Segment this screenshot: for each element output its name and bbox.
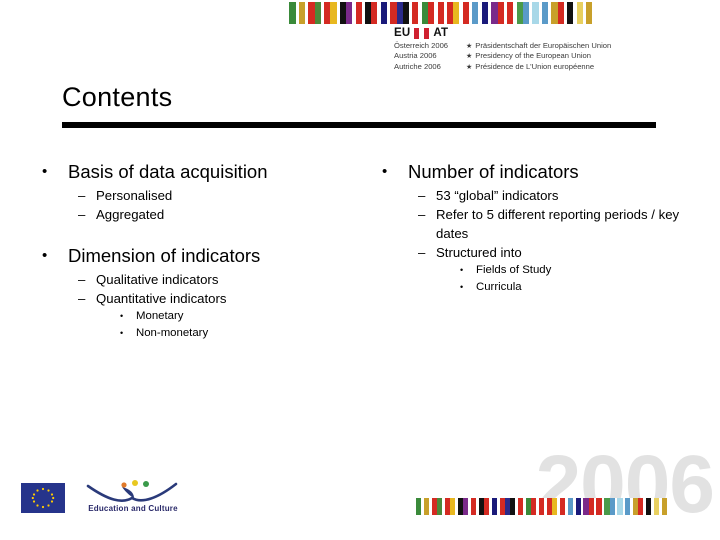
list-item: • Non-monetary [120, 325, 374, 342]
list-item: – Personalised [78, 186, 374, 205]
austria-flag-icon [414, 27, 430, 39]
stripe-bar [592, 2, 596, 24]
presidency-title-de: Präsidentschaft der Europäischen Union [475, 41, 612, 50]
list-item-label: Curricula [476, 281, 522, 293]
dash-bullet-icon: – [78, 188, 86, 203]
list-item: • Number of indicators [374, 160, 704, 184]
list-item: – Refer to 5 different reporting periods … [418, 205, 704, 243]
list-item: – Quantitative indicators [78, 289, 374, 308]
list-item: • Fields of Study [460, 262, 704, 279]
presidency-title-fr-row: ★ Présidence de L'Union européenne [466, 62, 696, 72]
page-title: Contents [62, 82, 173, 112]
presidency-barcode-stripe-footer [413, 498, 671, 515]
list-item: • Basis of data acquisition [34, 160, 374, 184]
dash-bullet-icon: – [418, 207, 426, 222]
at-label: AT [433, 27, 449, 39]
dot-bullet-icon: • [42, 247, 48, 264]
list-item: • Dimension of indicators [34, 244, 374, 268]
list-item: –53 “global” indicators [418, 186, 704, 205]
presidency-years-column: Österreich 2006 Austria 2006 Autriche 20… [394, 41, 466, 72]
european-union-flag-icon [21, 483, 65, 513]
list-item-label: Structured into [436, 245, 522, 260]
presidency-barcode-stripe-top [286, 2, 596, 24]
presidency-title-en: Presidency of the European Union [475, 51, 591, 61]
presidency-titles-column: ★ Präsidentschaft der Europäischen Union … [466, 41, 696, 72]
list-item-label: Qualitative indicators [96, 272, 219, 287]
eu-at-wordmark: EU AT [394, 26, 448, 40]
education-and-culture-swoosh-icon [86, 480, 178, 502]
star-icon: ★ [466, 43, 473, 50]
dot-bullet-icon: • [42, 163, 48, 180]
list-item-label: Fields of Study [476, 264, 552, 276]
list-item-label: Non-monetary [136, 327, 209, 339]
dot-bullet-icon: • [120, 328, 124, 338]
list-item: • Curricula [460, 279, 704, 296]
presidency-year-fr: Autriche 2006 [394, 61, 441, 71]
dash-bullet-icon: – [78, 291, 86, 306]
dot-bullet-icon: • [460, 265, 464, 275]
list-item-label: Refer to 5 different reporting periods /… [436, 207, 680, 241]
list-item-label: Quantitative indicators [96, 291, 227, 306]
list-item: – Qualitative indicators [78, 270, 374, 289]
content-column-right: • Number of indicators –53 “global” indica… [374, 160, 704, 296]
list-item: – Aggregated [78, 205, 374, 224]
dash-bullet-icon: – [418, 188, 426, 203]
list-item: • Monetary [120, 308, 374, 325]
list-item-label: Dimension of indicators [68, 245, 261, 266]
education-and-culture-label: Education and Culture [88, 504, 178, 513]
presidency-text-block: Österreich 2006 Austria 2006 Autriche 20… [394, 41, 696, 72]
list-item-label: Number of indicators [408, 161, 579, 182]
presidency-title-fr: Présidence de L'Union européenne [475, 61, 595, 71]
list-item-label: 53 “global” indicators [436, 188, 559, 203]
list-item: – Structured into [418, 243, 704, 262]
title-divider [62, 122, 656, 128]
presidency-title-de-row: ★ Präsidentschaft der Europäischen Union [466, 41, 696, 51]
education-and-culture-logo: Education and Culture [82, 480, 184, 518]
list-item-label: Aggregated [96, 207, 165, 222]
eu-label: EU [394, 27, 411, 39]
dash-bullet-icon: – [78, 207, 86, 222]
presidency-year-en: Austria 2006 [394, 51, 437, 61]
presidency-logo-header: EU AT Österreich 2006 Austria 2006 Autri… [286, 2, 686, 76]
star-icon: ★ [466, 63, 473, 71]
presidency-title-en-row: ★ Presidency of the European Union [466, 51, 696, 61]
presidency-year-de: Österreich 2006 [394, 41, 449, 50]
star-icon: ★ [466, 53, 473, 61]
list-item-label: Basis of data acquisition [68, 161, 268, 182]
dash-bullet-icon: – [418, 245, 426, 260]
dot-bullet-icon: • [460, 282, 464, 292]
dot-bullet-icon: • [382, 163, 388, 180]
dash-bullet-icon: – [78, 272, 86, 287]
content-column-left: • Basis of data acquisition – Personalised –… [34, 160, 374, 342]
list-item-label: Personalised [96, 188, 173, 203]
dot-bullet-icon: • [120, 311, 124, 321]
stripe-bar [667, 498, 671, 515]
list-item-label: Monetary [136, 310, 184, 322]
